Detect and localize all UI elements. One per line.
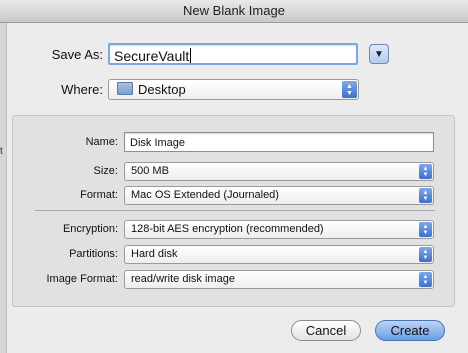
expand-dialog-button[interactable]: ▼	[369, 44, 389, 64]
cancel-button[interactable]: Cancel	[291, 320, 361, 341]
format-popup[interactable]: Mac OS Extended (Journaled) ▲ ▼	[124, 186, 434, 205]
size-label: Size:	[93, 165, 118, 177]
encryption-value: 128-bit AES encryption (recommended)	[131, 223, 324, 235]
name-field[interactable]: Disk Image	[124, 132, 434, 152]
text-caret	[190, 48, 192, 63]
image-format-value: read/write disk image	[131, 273, 235, 285]
save-as-value: SecureVault	[114, 48, 190, 64]
encryption-label: Encryption:	[62, 223, 118, 235]
popup-arrows-icon: ▲ ▼	[419, 164, 432, 179]
popup-arrows-icon: ▲ ▼	[419, 247, 432, 262]
popup-arrows-icon: ▲ ▼	[342, 81, 357, 98]
where-label: Where:	[61, 82, 103, 97]
name-value: Disk Image	[130, 137, 186, 149]
partitions-label: Partitions:	[69, 248, 118, 260]
size-value: 500 MB	[131, 165, 169, 177]
background-window-edge	[0, 23, 7, 353]
format-value: Mac OS Extended (Journaled)	[131, 189, 279, 201]
folder-icon	[117, 82, 133, 95]
save-as-field[interactable]: SecureVault	[108, 43, 358, 65]
save-as-label: Save As:	[51, 47, 103, 62]
size-popup[interactable]: 500 MB ▲ ▼	[124, 162, 434, 181]
group-separator	[35, 210, 435, 211]
popup-arrows-icon: ▲ ▼	[419, 272, 432, 287]
window-title: New Blank Image	[0, 0, 468, 23]
where-popup[interactable]: Desktop ▲ ▼	[108, 79, 359, 100]
popup-arrows-icon: ▲ ▼	[419, 188, 432, 203]
encryption-popup[interactable]: 128-bit AES encryption (recommended) ▲ ▼	[124, 220, 434, 239]
popup-arrows-icon: ▲ ▼	[419, 222, 432, 237]
create-button[interactable]: Create	[375, 320, 445, 341]
image-format-popup[interactable]: read/write disk image ▲ ▼	[124, 270, 434, 289]
name-label: Name:	[85, 136, 118, 148]
background-window-text: t	[0, 146, 3, 157]
partitions-value: Hard disk	[131, 248, 178, 260]
partitions-popup[interactable]: Hard disk ▲ ▼	[124, 245, 434, 264]
image-format-label: Image Format:	[46, 273, 118, 285]
where-value: Desktop	[138, 82, 186, 97]
triangle-down-icon: ▼	[374, 48, 384, 60]
format-label: Format:	[80, 189, 118, 201]
